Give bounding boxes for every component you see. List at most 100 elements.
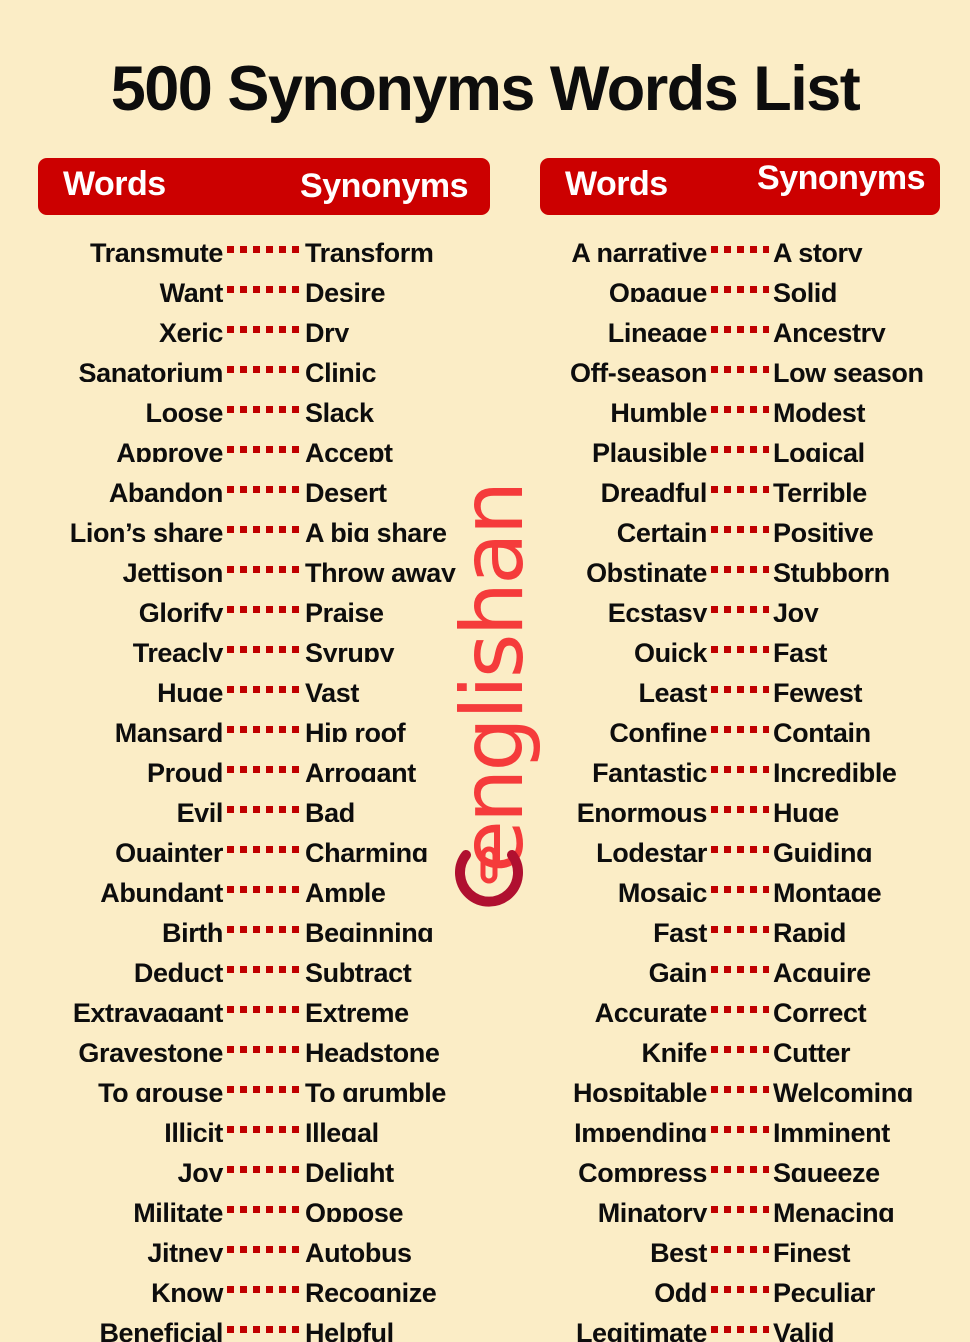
dotted-leader	[223, 822, 305, 862]
table-row: Mansard Hip roof	[38, 702, 490, 742]
word-cell: Lodestar	[596, 838, 707, 863]
table-row: Jitney Autobus	[38, 1222, 490, 1262]
word-cell: Knife	[641, 1038, 707, 1063]
word-cell: Best	[650, 1238, 707, 1263]
synonym-cell: Modest	[773, 398, 866, 423]
word-cell: Impending	[574, 1118, 707, 1143]
synonym-cell: Peculiar	[773, 1278, 875, 1303]
table-row: Confine Contain	[540, 702, 940, 742]
word-cell: Fantastic	[592, 758, 707, 783]
word-cell: Mosaic	[617, 878, 708, 903]
table-row: Mosaic Montage	[540, 862, 940, 902]
table-row: Humble Modest	[540, 382, 940, 422]
dotted-leader	[707, 222, 773, 262]
synonym-cell: Transform	[305, 238, 434, 263]
dotted-leader	[707, 942, 773, 982]
table-row: Treacly Syrupy	[38, 622, 490, 662]
synonym-cell: Ancestry	[773, 318, 886, 343]
synonym-cell: Subtract	[305, 958, 412, 983]
synonym-cell: Clinic	[305, 358, 377, 383]
word-cell: Accurate	[594, 998, 708, 1023]
dotted-leader	[223, 902, 305, 942]
synonym-cell: Terrible	[773, 478, 867, 503]
dotted-leader	[223, 1222, 305, 1262]
word-cell: Quick	[633, 638, 707, 663]
synonym-cell: Charming	[305, 838, 428, 863]
dotted-leader	[223, 702, 305, 742]
synonym-cell: Slack	[305, 398, 374, 423]
left-header-synonyms-label: Synonyms	[300, 167, 468, 206]
dotted-leader	[223, 582, 305, 622]
synonym-cell: Incredible	[773, 758, 897, 783]
table-row: Off-season Low season	[540, 342, 940, 382]
table-row: Illicit Illegal	[38, 1102, 490, 1142]
table-row: Opaque Solid	[540, 262, 940, 302]
dotted-leader	[707, 822, 773, 862]
dotted-leader	[707, 582, 773, 622]
table-row: Lodestar Guiding	[540, 822, 940, 862]
synonym-cell: Hip roof	[305, 718, 406, 743]
word-cell: Militate	[133, 1198, 223, 1223]
table-row: Proud Arrogant	[38, 742, 490, 782]
dotted-leader	[707, 982, 773, 1022]
synonym-cell: Accept	[305, 438, 393, 463]
dotted-leader	[223, 1302, 305, 1342]
synonym-cell: Arrogant	[305, 758, 416, 783]
synonym-cell: A big share	[305, 518, 447, 543]
dotted-leader	[707, 662, 773, 702]
word-cell: Birth	[162, 918, 223, 943]
table-row: Impending Imminent	[540, 1102, 940, 1142]
right-header-synonyms-label: Synonyms	[757, 159, 925, 198]
table-row: Xeric Dry	[38, 302, 490, 342]
dotted-leader	[223, 462, 305, 502]
word-cell: Loose	[145, 398, 223, 423]
word-cell: Glorify	[138, 598, 224, 623]
synonym-cell: Fewest	[773, 678, 863, 703]
right-header-words-label: Words	[565, 165, 668, 204]
word-cell: Certain	[616, 518, 708, 543]
synonym-cell: Cutter	[773, 1038, 851, 1063]
dotted-leader	[223, 982, 305, 1022]
table-row: Legitimate Valid	[540, 1302, 940, 1342]
synonym-cell: Syrupy	[305, 638, 395, 663]
synonym-cell: Oppose	[305, 1198, 404, 1223]
dotted-leader	[223, 1062, 305, 1102]
table-row: Quainter Charming	[38, 822, 490, 862]
dotted-leader	[223, 382, 305, 422]
synonym-cell: Logical	[773, 438, 865, 463]
word-cell: Legitimate	[575, 1318, 707, 1342]
synonym-cell: Desert	[305, 478, 387, 503]
synonym-cell: Contain	[773, 718, 871, 743]
word-cell: Jitney	[147, 1238, 223, 1263]
table-row: Obstinate Stubborn	[540, 542, 940, 582]
word-cell: Humble	[610, 398, 707, 423]
table-row: Jettison Throw away	[38, 542, 490, 582]
synonym-cell: Guiding	[773, 838, 873, 863]
dotted-leader	[223, 342, 305, 382]
table-row: Sanatorium Clinic	[38, 342, 490, 382]
synonym-cell: Helpful	[305, 1318, 394, 1342]
table-row: Odd Peculiar	[540, 1262, 940, 1302]
dotted-leader	[707, 782, 773, 822]
table-row: Lineage Ancestry	[540, 302, 940, 342]
word-cell: Least	[638, 678, 707, 703]
synonym-cell: Autobus	[305, 1238, 412, 1263]
dotted-leader	[223, 542, 305, 582]
word-cell: Evil	[176, 798, 224, 823]
dotted-leader	[223, 302, 305, 342]
word-cell: Treacly	[132, 638, 224, 663]
synonym-cell: Rapid	[773, 918, 847, 943]
synonym-cell: Delight	[305, 1158, 394, 1183]
word-cell: To grouse	[98, 1078, 223, 1103]
right-word-list: A narrative A story Opaque Solid Lineage Ance…	[540, 222, 940, 1342]
left-header-words-label: Words	[63, 165, 166, 204]
dotted-leader	[707, 1142, 773, 1182]
table-row: Best Finest	[540, 1222, 940, 1262]
synonym-cell: Huge	[773, 798, 839, 823]
dotted-leader	[707, 622, 773, 662]
dotted-leader	[707, 502, 773, 542]
table-row: Compress Squeeze	[540, 1142, 940, 1182]
table-row: Ecstasy Joy	[540, 582, 940, 622]
word-cell: Huge	[157, 678, 223, 703]
word-cell: Proud	[147, 758, 223, 783]
